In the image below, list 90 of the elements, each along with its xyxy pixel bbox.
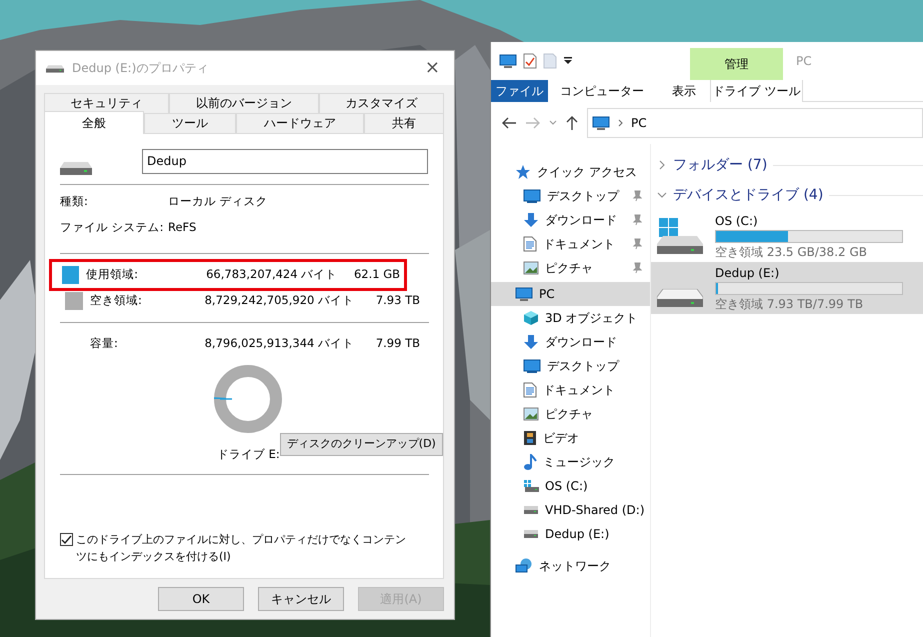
windows-drive-icon: [657, 216, 703, 256]
tab[interactable]: カスタマイズ: [318, 93, 444, 113]
nav-item[interactable]: ネットワーク: [491, 554, 650, 578]
tab[interactable]: ツール: [144, 113, 236, 133]
window-title: Dedup (E:)のプロパティ: [72, 60, 208, 77]
computer-icon: [592, 116, 610, 130]
nav-item[interactable]: デスクトップ: [491, 184, 650, 208]
music-note-icon: [523, 454, 537, 470]
drive-icon: [46, 63, 64, 73]
star-icon: [515, 164, 531, 180]
picture-icon: [523, 261, 539, 275]
field-value: ローカル ディスク: [168, 193, 268, 210]
nav-item[interactable]: ダウンロード: [491, 330, 650, 354]
ribbon-tab[interactable]: ドライブ ツール: [710, 80, 803, 102]
field-value: ReFS: [168, 219, 196, 236]
document-icon: [523, 382, 537, 398]
context-tab-group: 管理: [690, 48, 783, 80]
field-label: 使用領域:: [86, 266, 139, 284]
drive-tile[interactable]: OS (C:) 空き領域 23.5 GB/38.2 GB: [651, 210, 923, 262]
size-value: 7.93 TB: [374, 292, 420, 310]
film-icon: [523, 430, 537, 446]
cleanup-button[interactable]: ディスクのクリーンアップ(D): [280, 433, 443, 456]
nav-item[interactable]: ピクチャ: [491, 402, 650, 426]
drive-label: ドライブ E:: [217, 446, 280, 464]
forward-icon: [525, 116, 541, 130]
tab[interactable]: 全般: [44, 111, 144, 134]
properties-icon: [523, 53, 537, 69]
computer-icon: [515, 286, 533, 302]
windows-drive-icon: [523, 479, 539, 493]
close-button[interactable]: ×: [420, 59, 444, 77]
size-value: 7.99 TB: [374, 335, 420, 352]
nav-item[interactable]: VHD-Shared (D:): [491, 498, 650, 522]
checkbox-label: このドライブ上のファイルに対し、プロパティだけでなくコンテンツにもインデックスを付ける(I): [76, 532, 407, 564]
dialog-button[interactable]: キャンセル: [258, 587, 344, 611]
drive-icon: [523, 529, 539, 539]
nav-item[interactable]: ミュージック: [491, 450, 650, 474]
nav-item[interactable]: クイック アクセス: [491, 160, 650, 184]
monitor-icon: [523, 359, 541, 373]
size-value: 62.1 GB: [352, 266, 400, 284]
new-folder-icon: [543, 53, 557, 69]
address-bar[interactable]: PC: [587, 108, 923, 138]
chevron-right-icon: [618, 119, 623, 127]
download-icon: [523, 212, 539, 228]
nav-item[interactable]: PC: [491, 282, 650, 306]
field-label: ファイル システム:: [60, 219, 165, 236]
tab[interactable]: ハードウェア: [236, 113, 364, 133]
nav-item[interactable]: 3D オブジェクト: [491, 306, 650, 330]
download-icon: [523, 334, 539, 350]
free-space-text: 空き領域 23.5 GB/38.2 GB: [715, 244, 868, 260]
group-header[interactable]: フォルダー (7): [673, 154, 768, 176]
address-text: PC: [631, 115, 647, 132]
nav-item[interactable]: ドキュメント: [491, 378, 650, 402]
tab[interactable]: 共有: [364, 113, 444, 133]
cube-icon: [523, 310, 539, 326]
drive-icon: [657, 289, 703, 307]
dropdown-icon: [563, 56, 573, 66]
free-space-text: 空き領域 7.93 TB/7.99 TB: [715, 296, 864, 312]
group-header[interactable]: デバイスとドライブ (4): [673, 184, 824, 206]
nav-item[interactable]: OS (C:): [491, 474, 650, 498]
field-label: 容量:: [90, 335, 119, 352]
byte-count: 8,796,025,913,344 バイト: [204, 335, 354, 352]
window-title: PC: [796, 53, 812, 70]
drive-name: OS (C:): [715, 212, 759, 230]
byte-count: 66,783,207,424 バイト: [205, 266, 338, 284]
computer-icon: [499, 54, 517, 68]
dialog-button[interactable]: OK: [158, 587, 244, 611]
back-icon: [501, 116, 517, 130]
nav-item[interactable]: ピクチャ: [491, 256, 650, 280]
document-icon: [523, 236, 537, 252]
drive-tile[interactable]: Dedup (E:) 空き領域 7.93 TB/7.99 TB: [651, 262, 923, 314]
drive-name: Dedup (E:): [715, 264, 780, 282]
nav-item[interactable]: デスクトップ: [491, 354, 650, 378]
byte-count: 8,729,242,705,920 バイト: [204, 292, 354, 310]
nav-item[interactable]: ダウンロード: [491, 208, 650, 232]
tab[interactable]: 以前のバージョン: [169, 93, 319, 113]
field-label: 空き領域:: [90, 292, 143, 310]
nav-item[interactable]: Dedup (E:): [491, 522, 650, 546]
drive-icon: [523, 505, 539, 515]
nav-item[interactable]: ドキュメント: [491, 232, 650, 256]
network-icon: [515, 558, 533, 574]
field-label: 種類:: [60, 193, 89, 210]
checkbox[interactable]: [60, 532, 73, 546]
name-field[interactable]: Dedup: [142, 148, 428, 174]
nav-item[interactable]: ビデオ: [491, 426, 650, 450]
tab[interactable]: セキュリティ: [44, 93, 170, 113]
up-arrow-icon: [565, 115, 579, 131]
picture-icon: [523, 407, 539, 421]
chevron-down-icon: [549, 120, 557, 126]
monitor-icon: [523, 189, 541, 203]
ribbon-tab[interactable]: ファイル: [491, 80, 548, 102]
